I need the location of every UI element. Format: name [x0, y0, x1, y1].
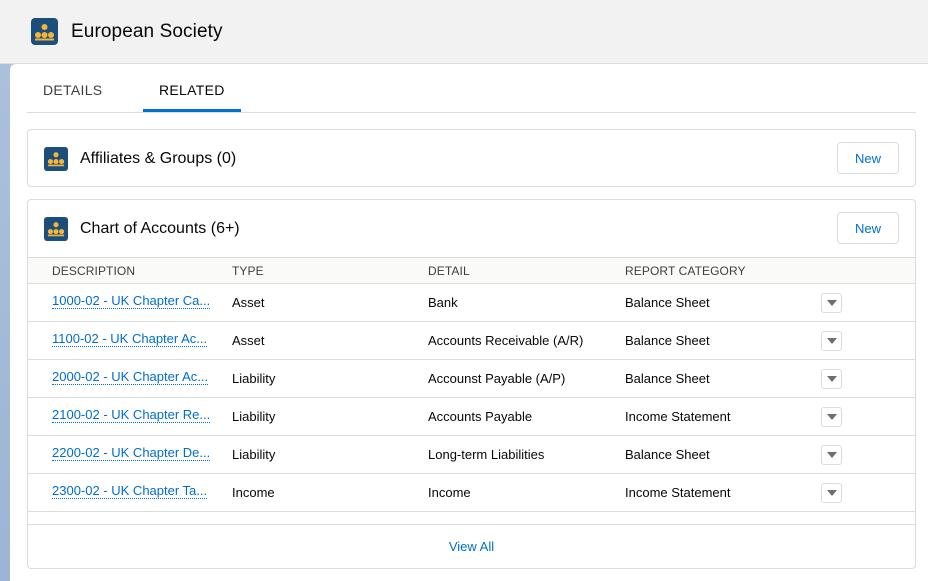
account-link[interactable]: 2200-02 - UK Chapter De... [52, 446, 211, 461]
table-header: DESCRIPTION TYPE DETAIL REPORT CATEGORY [28, 257, 915, 284]
tab-details[interactable]: DETAILS [43, 82, 102, 98]
chevron-down-icon [826, 414, 837, 420]
organization-icon [44, 147, 68, 171]
organization-icon [31, 18, 58, 45]
account-type: Liability [232, 371, 276, 386]
accounts-title[interactable]: Chart of Accounts (6+) [80, 220, 240, 238]
organization-icon [44, 217, 68, 241]
chevron-down-icon [826, 300, 837, 306]
affiliates-card: Affiliates & Groups (0) New [27, 129, 916, 187]
view-all-link[interactable]: View All [449, 539, 494, 554]
account-detail: Accounts Payable [428, 409, 533, 424]
account-link[interactable]: 2000-02 - UK Chapter Ac... [52, 370, 209, 385]
account-detail: Long-term Liabilities [428, 447, 545, 462]
row-actions-button[interactable] [821, 331, 842, 351]
account-link[interactable]: 1100-02 - UK Chapter Ac... [52, 332, 208, 347]
account-detail: Accounts Receivable (A/R) [428, 333, 584, 348]
page-title: European Society [71, 20, 223, 42]
account-category: Income Statement [625, 485, 731, 500]
column-header-description[interactable]: DESCRIPTION [52, 264, 135, 278]
accounts-new-button[interactable]: New [837, 212, 899, 244]
row-actions-button[interactable] [821, 445, 842, 465]
account-type: Asset [232, 333, 265, 348]
table-row: 2100-02 - UK Chapter Re... Liability Acc… [28, 398, 915, 436]
row-actions-button[interactable] [821, 483, 842, 503]
table-row: 2300-02 - UK Chapter Ta... Income Income… [28, 474, 915, 512]
accounts-table: DESCRIPTION TYPE DETAIL REPORT CATEGORY … [28, 257, 915, 512]
table-row: 2000-02 - UK Chapter Ac... Liability Acc… [28, 360, 915, 398]
account-detail: Accounst Payable (A/P) [428, 371, 566, 386]
account-link[interactable]: 2100-02 - UK Chapter Re... [52, 408, 211, 423]
chevron-down-icon [826, 452, 837, 458]
related-panel: DETAILS RELATED Affiliates & Groups (0) … [10, 64, 928, 581]
chart-of-accounts-card: Chart of Accounts (6+) New DESCRIPTION T… [27, 199, 916, 569]
active-tab-indicator [143, 109, 241, 112]
column-header-report-category[interactable]: REPORT CATEGORY [625, 264, 746, 278]
account-type: Asset [232, 295, 265, 310]
column-header-type[interactable]: TYPE [232, 264, 264, 278]
tab-bar: DETAILS RELATED [27, 64, 916, 113]
affiliates-card-header: Affiliates & Groups (0) [44, 147, 236, 171]
card-footer: View All [28, 524, 915, 568]
chevron-down-icon [826, 376, 837, 382]
column-header-detail[interactable]: DETAIL [428, 264, 470, 278]
account-type: Liability [232, 447, 276, 462]
affiliates-new-button[interactable]: New [837, 142, 899, 174]
affiliates-title[interactable]: Affiliates & Groups (0) [80, 150, 236, 168]
table-row: 1000-02 - UK Chapter Ca... Asset Bank Ba… [28, 284, 915, 322]
background-strip [0, 64, 10, 581]
account-type: Income [232, 485, 275, 500]
tab-related[interactable]: RELATED [159, 82, 225, 98]
row-actions-button[interactable] [821, 293, 842, 313]
account-category: Balance Sheet [625, 333, 710, 348]
account-category: Balance Sheet [625, 447, 710, 462]
account-category: Balance Sheet [625, 371, 710, 386]
table-row: 2200-02 - UK Chapter De... Liability Lon… [28, 436, 915, 474]
row-actions-button[interactable] [821, 369, 842, 389]
account-detail: Bank [428, 295, 458, 310]
account-link[interactable]: 1000-02 - UK Chapter Ca... [52, 294, 211, 309]
account-link[interactable]: 2300-02 - UK Chapter Ta... [52, 484, 208, 499]
chevron-down-icon [826, 338, 837, 344]
record-header: European Society [0, 0, 928, 64]
account-type: Liability [232, 409, 276, 424]
account-category: Income Statement [625, 409, 731, 424]
chevron-down-icon [826, 490, 837, 496]
accounts-card-header: Chart of Accounts (6+) [44, 217, 240, 241]
account-detail: Income [428, 485, 471, 500]
row-actions-button[interactable] [821, 407, 842, 427]
table-row: 1100-02 - UK Chapter Ac... Asset Account… [28, 322, 915, 360]
account-category: Balance Sheet [625, 295, 710, 310]
